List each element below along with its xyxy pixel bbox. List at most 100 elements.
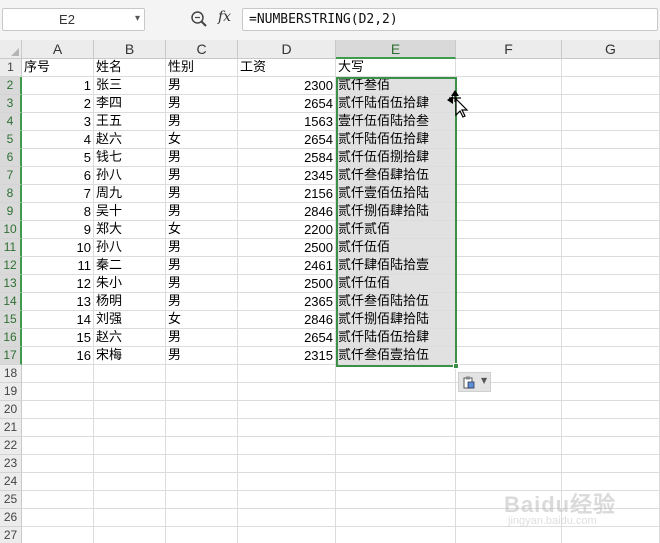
empty-cell[interactable] [22,437,94,455]
empty-cell[interactable] [456,59,562,77]
empty-cell[interactable] [22,383,94,401]
row-header-5[interactable]: 5 [0,131,22,149]
formula-result-cell[interactable]: 贰仟陆佰伍拾肆 [336,95,456,113]
empty-cell[interactable] [22,455,94,473]
table-cell[interactable]: 赵六 [94,131,166,149]
table-cell[interactable]: 男 [166,113,238,131]
empty-cell[interactable] [238,473,336,491]
empty-cell[interactable] [166,473,238,491]
table-cell[interactable]: 朱小 [94,275,166,293]
empty-cell[interactable] [166,383,238,401]
table-cell[interactable]: 6 [22,167,94,185]
empty-cell[interactable] [22,491,94,509]
empty-cell[interactable] [166,437,238,455]
row-header-1[interactable]: 1 [0,59,22,77]
empty-cell[interactable] [166,365,238,383]
empty-cell[interactable] [456,239,562,257]
row-header-2[interactable]: 2 [0,77,22,95]
empty-cell[interactable] [562,401,660,419]
row-header-27[interactable]: 27 [0,527,22,543]
formula-result-cell[interactable]: 贰仟壹佰伍拾陆 [336,185,456,203]
empty-cell[interactable] [94,437,166,455]
empty-cell[interactable] [238,419,336,437]
empty-cell[interactable] [456,437,562,455]
empty-cell[interactable] [562,239,660,257]
chevron-down-icon[interactable]: ▾ [135,13,140,24]
empty-cell[interactable] [456,203,562,221]
empty-cell[interactable] [166,491,238,509]
row-header-20[interactable]: 20 [0,401,22,419]
formula-result-cell[interactable]: 贰仟伍佰 [336,239,456,257]
header-cell[interactable]: 工资 [238,59,336,77]
empty-cell[interactable] [456,329,562,347]
formula-result-cell[interactable]: 贰仟陆佰伍拾肆 [336,329,456,347]
table-cell[interactable]: 男 [166,239,238,257]
empty-cell[interactable] [94,473,166,491]
table-cell[interactable]: 2461 [238,257,336,275]
table-cell[interactable]: 5 [22,149,94,167]
table-cell[interactable]: 12 [22,275,94,293]
empty-cell[interactable] [562,113,660,131]
row-header-19[interactable]: 19 [0,383,22,401]
empty-cell[interactable] [456,95,562,113]
empty-cell[interactable] [238,455,336,473]
row-header-13[interactable]: 13 [0,275,22,293]
empty-cell[interactable] [562,167,660,185]
table-cell[interactable]: 2846 [238,311,336,329]
table-cell[interactable]: 2156 [238,185,336,203]
table-cell[interactable]: 赵六 [94,329,166,347]
table-cell[interactable]: 女 [166,221,238,239]
empty-cell[interactable] [562,185,660,203]
empty-cell[interactable] [562,419,660,437]
empty-cell[interactable] [94,509,166,527]
row-header-18[interactable]: 18 [0,365,22,383]
empty-cell[interactable] [94,527,166,543]
empty-cell[interactable] [562,131,660,149]
empty-cell[interactable] [94,419,166,437]
formula-result-cell[interactable]: 贰仟捌佰肆拾陆 [336,203,456,221]
empty-cell[interactable] [238,401,336,419]
table-cell[interactable]: 周九 [94,185,166,203]
empty-cell[interactable] [562,329,660,347]
row-header-23[interactable]: 23 [0,455,22,473]
row-header-12[interactable]: 12 [0,257,22,275]
formula-result-cell[interactable]: 壹仟伍佰陆拾叁 [336,113,456,131]
row-header-24[interactable]: 24 [0,473,22,491]
empty-cell[interactable] [166,455,238,473]
empty-cell[interactable] [336,527,456,543]
table-cell[interactable]: 男 [166,275,238,293]
formula-result-cell[interactable]: 贰仟伍佰 [336,275,456,293]
table-cell[interactable]: 孙八 [94,167,166,185]
table-cell[interactable]: 男 [166,77,238,95]
row-header-11[interactable]: 11 [0,239,22,257]
formula-result-cell[interactable]: 贰仟叁佰壹拾伍 [336,347,456,365]
formula-result-cell[interactable]: 贰仟肆佰陆拾壹 [336,257,456,275]
header-cell[interactable]: 姓名 [94,59,166,77]
empty-cell[interactable] [456,185,562,203]
table-cell[interactable]: 郑大 [94,221,166,239]
table-cell[interactable]: 王五 [94,113,166,131]
empty-cell[interactable] [562,221,660,239]
empty-cell[interactable] [238,509,336,527]
table-cell[interactable]: 4 [22,131,94,149]
table-cell[interactable]: 男 [166,149,238,167]
table-cell[interactable]: 秦二 [94,257,166,275]
table-cell[interactable]: 2300 [238,77,336,95]
table-cell[interactable]: 张三 [94,77,166,95]
table-cell[interactable]: 2654 [238,95,336,113]
empty-cell[interactable] [22,509,94,527]
empty-cell[interactable] [336,419,456,437]
formula-result-cell[interactable]: 贰仟陆佰伍拾肆 [336,131,456,149]
table-cell[interactable]: 男 [166,257,238,275]
empty-cell[interactable] [94,401,166,419]
empty-cell[interactable] [336,365,456,383]
table-cell[interactable]: 8 [22,203,94,221]
empty-cell[interactable] [238,527,336,543]
row-header-16[interactable]: 16 [0,329,22,347]
sheet-cells[interactable]: 序号 姓名 性别 工资 大写 1 张三男 2300 贰仟叁佰 2 李四男 2654 贰仟陆佰伍拾肆 3 王五… [22,59,660,543]
table-cell[interactable]: 3 [22,113,94,131]
empty-cell[interactable] [94,455,166,473]
formula-result-cell[interactable]: 贰仟捌佰肆拾陆 [336,311,456,329]
table-cell[interactable]: 2654 [238,131,336,149]
table-cell[interactable]: 男 [166,185,238,203]
